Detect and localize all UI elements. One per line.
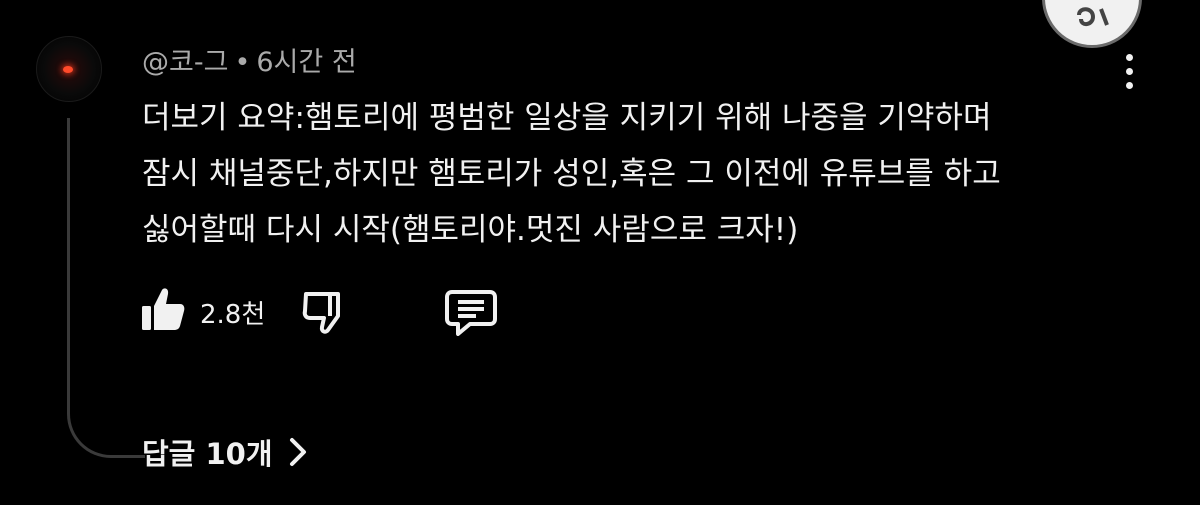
replies-label: 답글 10개 [142,437,273,471]
chevron-right-icon [289,438,306,466]
music-note-icon [1077,7,1109,26]
comment-line: 잠시 채널중단,하지만 햄토리가 성인,혹은 그 이전에 유튜브를 하고 [142,156,1001,192]
like-count: 2.8천 [200,300,266,330]
reply-button[interactable] [444,288,498,336]
thumbs-up-icon [142,288,185,330]
comment-time[interactable]: 6시간 전 [256,47,356,78]
thumbs-down-icon [302,292,340,334]
comment-line: 더보기 요약:햄토리에 평범한 일상을 지키기 위해 나중을 기약하며 [142,100,992,136]
like-button[interactable] [140,286,186,334]
floating-action-button[interactable] [1042,0,1142,48]
comment-meta: @코-그 • 6시간 전 [142,40,357,79]
view-replies-button[interactable]: 답글 10개 [142,430,307,474]
avatar[interactable] [36,36,102,102]
dislike-button[interactable] [300,288,348,336]
comment-line: 싫어할때 다시 시작(햄토리야.멋진 사람으로 크자!) [142,212,799,248]
meta-separator: • [234,47,251,78]
avatar-eye [63,66,73,73]
comment-text: 더보기 요약:햄토리에 평범한 일상을 지키기 위해 나중을 기약하며 잠시 채… [142,90,1122,258]
thread-line [67,118,145,458]
more-vertical-icon [1126,54,1133,61]
comment-icon [445,290,497,336]
author-handle[interactable]: @코-그 [142,47,228,78]
comment-card: @코-그 • 6시간 전 더보기 요약:햄토리에 평범한 일상을 지키기 위해 나중… [0,0,1200,505]
more-options-button[interactable] [1118,52,1142,92]
